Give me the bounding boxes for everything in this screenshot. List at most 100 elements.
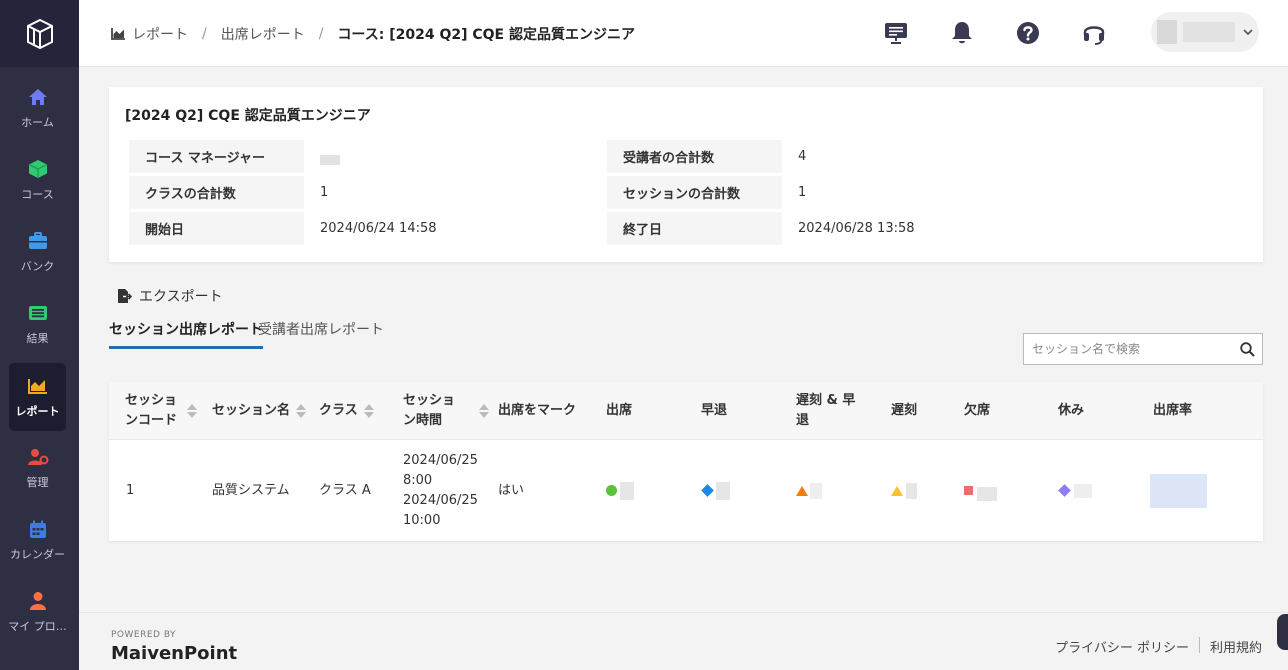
presentation-icon xyxy=(885,23,907,44)
tab-session-attendance[interactable]: セッション出席レポート xyxy=(109,319,263,349)
col-late: 遅刻 xyxy=(891,403,918,418)
breadcrumb-separator: / xyxy=(202,26,207,42)
sidebar-item-course[interactable]: コース xyxy=(9,146,66,214)
cell-session-code: 1 xyxy=(126,482,135,498)
sidebar-item-reports[interactable]: レポート xyxy=(9,363,66,431)
cell-absent xyxy=(964,440,997,541)
footer-divider xyxy=(1198,637,1200,653)
chart-icon xyxy=(27,375,49,397)
footer-links: プライバシー ポリシー 利用規約 xyxy=(1055,637,1262,656)
end-date-value: 2024/06/28 13:58 xyxy=(798,221,915,236)
sidebar-item-label: コース xyxy=(21,188,54,201)
sidebar-item-results[interactable]: 結果 xyxy=(9,290,66,358)
col-session-code[interactable]: セッションコード xyxy=(125,382,209,440)
sort-icon xyxy=(296,404,307,418)
col-session-time[interactable]: セッション時間 xyxy=(403,382,489,440)
user-name xyxy=(1183,22,1235,42)
cell-late xyxy=(891,440,917,541)
cell-late-early xyxy=(796,440,822,541)
breadcrumb-separator: / xyxy=(318,26,324,42)
trainees-label: 受講者の合計数 xyxy=(607,140,782,173)
col-early-leave: 早退 xyxy=(701,403,728,418)
table-header: セッションコード セッション名 クラス セッション時間 出席をマーク 出席 早退… xyxy=(109,382,1263,440)
logo-icon xyxy=(26,18,53,49)
cell-rest xyxy=(1058,440,1092,541)
cell-class: クラス A xyxy=(319,482,371,498)
avatar xyxy=(1157,20,1177,44)
top-header: レポート / 出席レポート / コース: [2024 Q2] CQE 認定品質エ… xyxy=(79,0,1288,67)
col-attendance-rate: 出席率 xyxy=(1153,403,1193,418)
col-class[interactable]: クラス xyxy=(319,382,374,440)
circle-icon xyxy=(606,485,617,496)
export-label: エクスポート xyxy=(139,289,223,305)
cell-session-time: 2024/06/25 8:00 2024/06/25 10:00 xyxy=(403,440,493,541)
sidebar-item-label: ホーム xyxy=(21,116,54,129)
home-icon xyxy=(27,86,49,108)
sidebar-item-label: カレンダー xyxy=(10,548,65,561)
privacy-policy-link[interactable]: プライバシー ポリシー xyxy=(1055,637,1189,656)
briefcase-icon xyxy=(27,230,49,252)
session-start-time: 2024/06/25 8:00 xyxy=(403,452,478,488)
calendar-icon xyxy=(27,518,49,540)
header-label: クラス xyxy=(319,403,358,418)
brand-logo: MaivenPoint xyxy=(111,643,238,664)
sidebar-item-calendar[interactable]: カレンダー xyxy=(9,506,66,574)
manager-label: コース マネージャー xyxy=(129,140,304,173)
diamond-icon xyxy=(1058,484,1071,497)
sidebar: ホーム コース バンク 結果 レポート 管理 カレンダー マイ プロ… xyxy=(0,0,79,670)
sidebar-item-admin[interactable]: 管理 xyxy=(9,434,66,502)
help-button[interactable] xyxy=(1013,18,1043,48)
sessions-value: 1 xyxy=(798,185,807,200)
bell-icon xyxy=(952,22,972,44)
tab-trainee-attendance[interactable]: 受講者出席レポート xyxy=(258,319,384,346)
course-info-card: [2024 Q2] CQE 認定品質エンジニア コース マネージャー 受講者の合… xyxy=(109,87,1263,262)
chevron-down-icon xyxy=(1243,25,1253,40)
chat-widget-button[interactable] xyxy=(1277,614,1288,650)
end-date-label: 終了日 xyxy=(607,212,782,245)
start-date-label: 開始日 xyxy=(129,212,304,245)
user-menu[interactable] xyxy=(1151,12,1259,52)
export-icon xyxy=(118,289,132,303)
session-end-time: 2024/06/25 10:00 xyxy=(403,492,478,528)
sidebar-item-label: マイ プロ… xyxy=(8,620,67,633)
sort-icon xyxy=(479,404,489,418)
search-input[interactable] xyxy=(1024,342,1232,356)
user-gear-icon xyxy=(27,446,49,468)
sidebar-item-label: バンク xyxy=(20,260,55,273)
chart-icon xyxy=(111,28,125,40)
header-label: セッションコード xyxy=(125,393,178,428)
support-button[interactable] xyxy=(1079,18,1109,48)
app-logo[interactable] xyxy=(0,0,79,67)
sidebar-item-label: レポート xyxy=(15,405,60,418)
list-icon xyxy=(27,302,49,324)
attendance-table: セッションコード セッション名 クラス セッション時間 出席をマーク 出席 早退… xyxy=(109,382,1263,541)
export-button[interactable]: エクスポート xyxy=(117,286,223,306)
search-icon[interactable] xyxy=(1232,341,1262,357)
cell-mark-attendance: はい xyxy=(498,482,525,498)
breadcrumb-reports[interactable]: レポート xyxy=(132,24,188,44)
sidebar-item-bank[interactable]: バンク xyxy=(9,218,66,286)
breadcrumb-attendance-report[interactable]: 出席レポート xyxy=(221,24,305,44)
cell-session-name: 品質システム xyxy=(212,482,290,498)
sidebar-item-label: 管理 xyxy=(26,476,49,489)
terms-link[interactable]: 利用規約 xyxy=(1210,637,1262,656)
triangle-icon xyxy=(796,485,808,496)
sidebar-item-label: 結果 xyxy=(26,332,49,345)
headset-icon xyxy=(1083,26,1105,45)
col-late-early: 遅刻 & 早退 xyxy=(796,393,856,428)
col-session-name[interactable]: セッション名 xyxy=(212,382,307,440)
sidebar-item-home[interactable]: ホーム xyxy=(9,74,66,142)
notification-button[interactable] xyxy=(947,18,977,48)
sort-icon xyxy=(187,404,197,418)
cell-attend xyxy=(606,440,634,541)
col-rest: 休み xyxy=(1058,403,1085,418)
header-label: セッション時間 xyxy=(403,393,456,428)
diamond-icon xyxy=(701,484,714,497)
announcement-button[interactable] xyxy=(881,18,911,48)
sidebar-item-my-profile[interactable]: マイ プロ… xyxy=(8,578,67,646)
cell-early-leave xyxy=(701,440,730,541)
trainees-value: 4 xyxy=(798,149,807,164)
col-absent: 欠席 xyxy=(964,403,991,418)
session-search xyxy=(1023,333,1263,365)
cube-icon xyxy=(27,158,49,180)
